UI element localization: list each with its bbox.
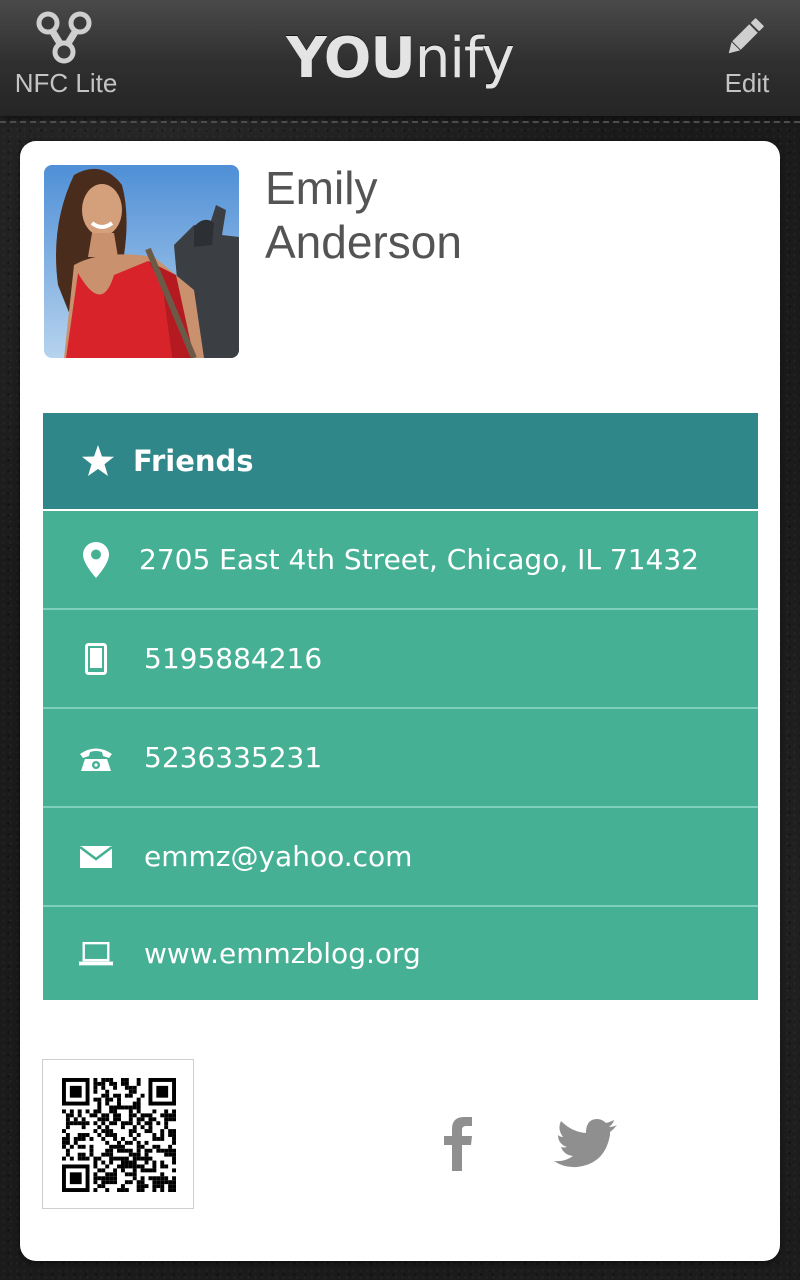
edit-label: Edit: [724, 68, 770, 98]
first-name: Emily: [265, 162, 378, 214]
facebook-icon[interactable]: [438, 1115, 478, 1171]
share-nodes-icon: [36, 11, 92, 64]
contact-name: Emily Anderson: [265, 161, 745, 269]
telephone-icon: [79, 741, 113, 775]
group-label: Friends: [133, 444, 254, 478]
website-text: www.emmzblog.org: [144, 937, 421, 970]
profile-photo: [44, 165, 239, 358]
mobile-phone-text: 5195884216: [144, 642, 323, 675]
app-title-rest: nify: [414, 26, 515, 91]
nfc-lite-button[interactable]: NFC Lite: [10, 6, 120, 106]
top-bar: NFC Lite YOUnify Edit: [0, 0, 800, 123]
avatar: [44, 165, 239, 358]
address-row[interactable]: 2705 East 4th Street, Chicago, IL 71432: [43, 511, 758, 610]
app-title-bold: YOU: [286, 26, 416, 91]
nfc-lite-label: NFC Lite: [14, 68, 118, 98]
last-name: Anderson: [265, 216, 462, 268]
mobile-phone-row[interactable]: 5195884216: [43, 610, 758, 709]
contact-details-list: 2705 East 4th Street, Chicago, IL 71432 …: [43, 511, 758, 1000]
address-text: 2705 East 4th Street, Chicago, IL 71432: [139, 543, 699, 576]
envelope-icon: [79, 840, 113, 874]
mobile-phone-icon: [79, 642, 113, 676]
email-row[interactable]: emmz@yahoo.com: [43, 808, 758, 907]
pencil-icon: [728, 18, 764, 54]
app-title: YOUnify: [200, 26, 600, 91]
location-pin-icon: [79, 541, 113, 578]
group-header-friends[interactable]: Friends: [43, 413, 758, 509]
edit-button[interactable]: Edit: [700, 6, 790, 106]
twitter-icon[interactable]: [553, 1119, 619, 1169]
laptop-icon: [79, 937, 113, 971]
star-icon: [82, 445, 114, 476]
contact-card: Emily Anderson Friends 2705 East 4th Str…: [20, 141, 780, 1261]
website-row[interactable]: www.emmzblog.org: [43, 907, 758, 1000]
telephone-row[interactable]: 5236335231: [43, 709, 758, 808]
telephone-text: 5236335231: [144, 741, 323, 774]
qr-code-image: [62, 1078, 176, 1192]
email-text: emmz@yahoo.com: [144, 840, 413, 873]
qr-code[interactable]: [42, 1059, 194, 1209]
